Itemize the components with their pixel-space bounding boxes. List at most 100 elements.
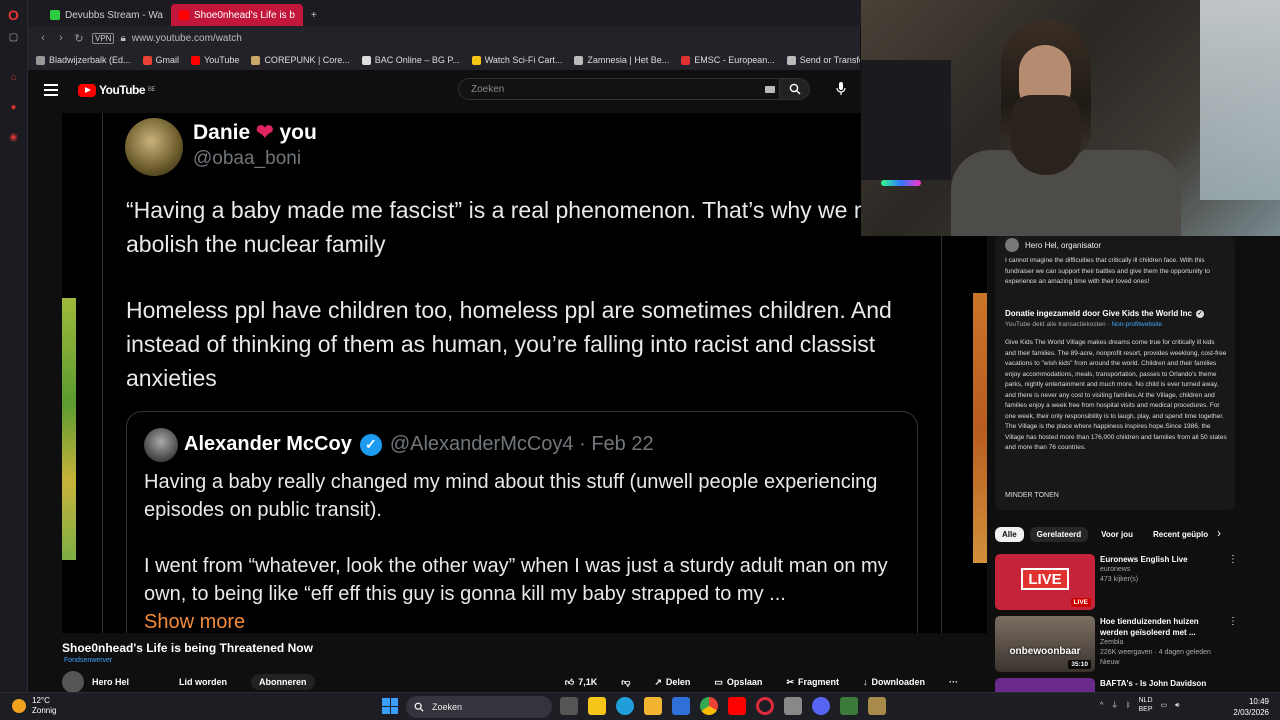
more-options-icon[interactable]: ⋮ <box>1228 616 1238 627</box>
bookmark-item[interactable]: BAC Online – BG P... <box>361 55 460 65</box>
more-actions-button[interactable]: ··· <box>949 677 958 687</box>
file-explorer-icon[interactable] <box>644 697 662 715</box>
weather-condition: Zonnig <box>32 706 57 715</box>
dislike-button[interactable]: 👎︎ <box>621 677 630 688</box>
organizer-label: Hero Hel, organisator <box>1025 240 1102 250</box>
new-tab-button[interactable]: + <box>303 4 325 26</box>
store-icon[interactable] <box>588 697 606 715</box>
mail-icon[interactable] <box>672 697 690 715</box>
subscribe-button[interactable]: Abonneren <box>251 674 315 690</box>
nonprofit-link[interactable]: Non-profitwebsite <box>1111 321 1162 328</box>
bookmark-item[interactable]: Watch Sci-Fi Cart... <box>471 55 562 65</box>
url-field[interactable]: www.youtube.com/watch <box>132 33 242 44</box>
music-icon[interactable]: ◉ <box>7 130 21 144</box>
recommendation-item[interactable]: BAFTA's - Is John Davidson <box>995 678 1245 692</box>
donation-sub: YouTube dekt alle transactiekosten · Non… <box>1005 321 1163 328</box>
bookmark-item[interactable]: EMSC - European... <box>681 55 775 65</box>
youtube-logo[interactable]: YouTube BE <box>78 83 156 97</box>
tabs-icon[interactable]: ▢ <box>7 30 21 44</box>
windows-start-icon[interactable] <box>382 698 398 714</box>
keyboard-layout[interactable]: BEP <box>1139 706 1153 713</box>
language-code[interactable]: NLD <box>1139 697 1153 704</box>
recommendation-channel: Zembla <box>1100 639 1124 646</box>
search-input[interactable]: Zoeken <box>458 78 810 100</box>
video-border-right <box>973 293 987 563</box>
opera-icon[interactable] <box>756 697 774 715</box>
more-options-icon[interactable]: ⋮ <box>1228 554 1238 565</box>
chip-for-you[interactable]: Voor jou <box>1094 527 1140 542</box>
volume-icon[interactable]: 🔊︎ <box>1175 701 1179 710</box>
show-less-button[interactable]: MINDER TONEN <box>1005 492 1059 499</box>
transfer-icon <box>786 55 796 65</box>
calculator-icon[interactable] <box>784 697 802 715</box>
opera-logo-icon[interactable]: O <box>7 7 21 23</box>
bluetooth-icon[interactable]: ᛒ <box>1126 701 1130 710</box>
recommendation-new-badge: Nieuw <box>1100 659 1120 666</box>
donation-description: Give Kids The World Village makes dreams… <box>1005 339 1227 451</box>
chrome-icon[interactable] <box>700 697 718 715</box>
tab-devubbs[interactable]: Devubbs Stream - Wa <box>42 4 171 26</box>
recommendation-thumbnail[interactable] <box>995 678 1095 692</box>
bookmark-item[interactable]: YouTube <box>191 55 239 65</box>
video-title: Shoe0nhead's Life is being Threatened No… <box>62 641 313 655</box>
like-button[interactable]: 👍︎ 7,1K <box>565 677 597 688</box>
clip-button[interactable]: ✂ Fragment <box>786 677 839 688</box>
bookmark-item[interactable]: Bladwijzerbalk (Ed... <box>36 55 131 65</box>
reload-icon[interactable]: ↻ <box>70 32 88 45</box>
chevron-right-icon[interactable]: › <box>1217 526 1221 540</box>
heart-icon: ❤ <box>256 121 274 144</box>
channel-name[interactable]: Hero Hel <box>92 677 129 687</box>
network-icon[interactable]: ▭ <box>1161 701 1168 710</box>
download-button[interactable]: ↓ Downloaden <box>863 677 925 687</box>
tab-label: Shoe0nhead's Life is b <box>194 9 295 21</box>
clock[interactable]: 10:49 2/03/2026 <box>1217 696 1269 718</box>
microphone-icon[interactable] <box>836 82 846 99</box>
chevron-up-icon[interactable]: ^ <box>1100 701 1103 710</box>
edge-icon[interactable] <box>616 697 634 715</box>
back-icon[interactable]: ‹ <box>34 32 52 44</box>
youtube-app-icon[interactable] <box>728 697 746 715</box>
search-button[interactable] <box>779 79 809 99</box>
tweet-paragraph: Homeless ppl have children too, homeless… <box>126 297 892 391</box>
keyboard-icon[interactable] <box>765 86 775 93</box>
task-view-icon[interactable] <box>560 697 578 715</box>
recommendation-thumbnail[interactable]: onbewoonbaar 35:10 <box>995 616 1095 672</box>
tweet-author-suffix: you <box>279 121 317 144</box>
forward-icon[interactable]: › <box>52 32 70 44</box>
video-player[interactable]: Danie ❤ you @obaa_boni “Having a baby ma… <box>62 113 987 633</box>
quoted-paragraph: I went from “whatever, look the other wa… <box>144 555 888 605</box>
bookmark-item[interactable]: Send or Transfer... <box>786 55 860 65</box>
messenger-icon[interactable]: ● <box>7 100 21 114</box>
like-count: 7,1K <box>578 677 598 687</box>
usb-icon[interactable]: ⏚ <box>1111 701 1118 710</box>
tweet-paragraph: “Having a baby made me fascist” is a rea… <box>126 197 904 257</box>
taskbar-search[interactable]: Zoeken <box>406 696 552 718</box>
discord-icon[interactable] <box>812 697 830 715</box>
bookmark-item[interactable]: Gmail <box>142 55 179 65</box>
vpn-badge[interactable]: VPN <box>92 32 115 44</box>
app-icon[interactable] <box>840 697 858 715</box>
zamnesia-icon <box>574 55 584 65</box>
menu-icon[interactable] <box>44 81 58 99</box>
bookmark-item[interactable]: Zamnesia | Het Be... <box>574 55 669 65</box>
chip-recent[interactable]: Recent geüplo <box>1146 527 1215 542</box>
home-icon[interactable]: ⌂ <box>7 70 21 84</box>
join-button[interactable]: Lid worden <box>179 677 227 687</box>
save-button[interactable]: ▭ Opslaan <box>714 677 762 688</box>
share-button[interactable]: ↗ Delen <box>654 677 690 688</box>
tweet-author: Danie ❤ you <box>193 120 317 145</box>
cam-window <box>1200 0 1280 200</box>
verified-icon: ✓ <box>359 433 382 456</box>
app-icon[interactable] <box>868 697 886 715</box>
bookmark-item[interactable]: COREPUNK | Core... <box>251 55 350 65</box>
chip-all[interactable]: Alle <box>995 526 1024 542</box>
recommendation-item[interactable]: LIVE LIVE Euronews English Live euronews… <box>995 554 1245 612</box>
channel-avatar[interactable] <box>62 671 84 693</box>
bookmark-label: EMSC - European... <box>694 55 775 65</box>
verified-icon: ✓ <box>1196 309 1204 318</box>
chip-related[interactable]: Gerelateerd <box>1029 526 1089 542</box>
tab-youtube[interactable]: Shoe0nhead's Life is b <box>171 4 303 26</box>
recommendation-thumbnail[interactable]: LIVE LIVE <box>995 554 1095 610</box>
weather-widget[interactable]: 12°C Zonnig <box>12 696 56 716</box>
recommendation-item[interactable]: onbewoonbaar 35:10 Hoe tienduizenden hui… <box>995 616 1245 674</box>
